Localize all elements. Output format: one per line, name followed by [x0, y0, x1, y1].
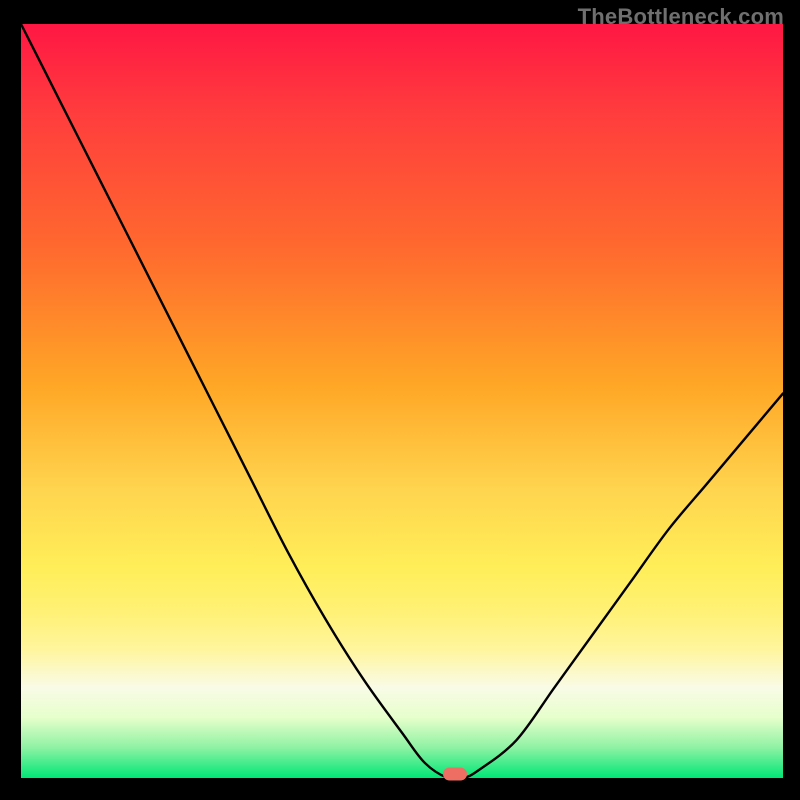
curve-path [21, 24, 783, 779]
bottleneck-curve [21, 24, 783, 778]
watermark-text: TheBottleneck.com [578, 4, 784, 30]
optimal-marker [443, 768, 467, 781]
plot-area [21, 24, 783, 778]
chart-frame: TheBottleneck.com [0, 0, 800, 800]
